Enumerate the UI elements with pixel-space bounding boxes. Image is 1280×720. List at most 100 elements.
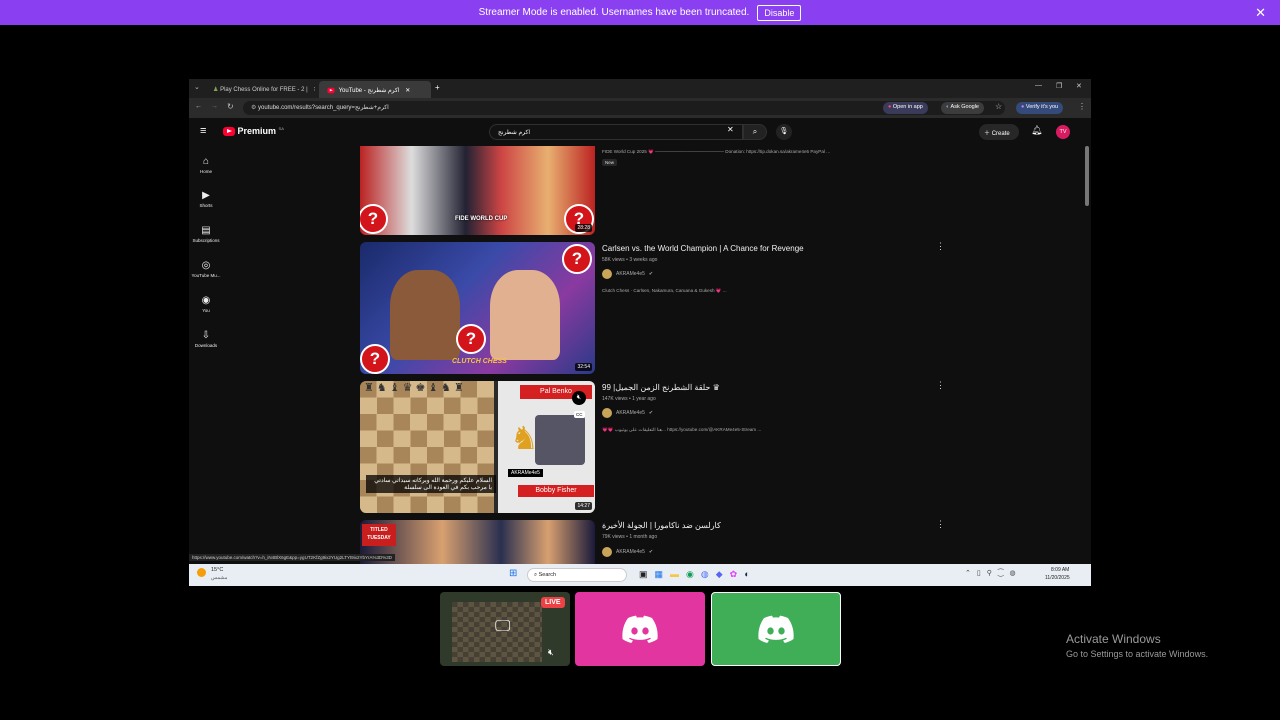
youtube-icon — [223, 127, 235, 137]
channel-link[interactable]: AKRAMe4e5 ✔ — [602, 547, 653, 557]
video-title[interactable]: 99 |حلقة الشطرنج الزمن الجميل ♛ — [602, 383, 720, 392]
search-input[interactable]: اكرم شطرنج — [489, 124, 743, 140]
video-title[interactable]: كارلسن ضد ناكامورا | الجولة الأخيرة — [602, 521, 721, 530]
sidebar-item-downloads[interactable]: ⇩ Downloads — [189, 330, 223, 348]
maximize-icon[interactable]: ❐ — [1056, 82, 1062, 90]
question-badge: ? — [456, 324, 486, 354]
sidebar-label: Subscriptions — [192, 238, 220, 243]
more-actions-icon[interactable]: ⋮ — [936, 241, 945, 252]
stream-tile[interactable]: LIVE 🖵︎ 🔇︎ — [440, 592, 570, 666]
more-actions-icon[interactable]: ⋮ — [936, 380, 945, 391]
taskbar-search[interactable]: ⌕ Search — [527, 568, 627, 582]
youtube-logo[interactable]: Premium SA — [223, 126, 284, 137]
bookmark-star-icon[interactable]: ☆ — [995, 102, 1002, 111]
question-badge: ? — [562, 244, 592, 274]
close-icon[interactable]: ✕ — [1255, 5, 1266, 21]
channel-link[interactable]: AKRAMe4e5 ✔ — [602, 269, 653, 279]
scrollbar[interactable] — [1085, 140, 1089, 562]
task-view-icon[interactable]: ▣ — [639, 569, 648, 580]
search-button[interactable]: ⌕ — [743, 124, 767, 140]
youtube-page: ≡ Premium SA اكرم شطرنج ✕ ⌕ 🎙 ＋ Create 🔔… — [189, 118, 1091, 564]
create-button[interactable]: ＋ Create — [979, 124, 1019, 140]
chess-pieces: ♜♞♝♛♚♝♞♜ — [364, 382, 467, 394]
clock-time[interactable]: 8:09 AM — [1051, 567, 1069, 573]
forward-icon[interactable]: → — [211, 103, 218, 110]
store-icon[interactable]: ▦ — [655, 569, 664, 580]
scrollbar-thumb[interactable] — [1085, 146, 1089, 206]
video-thumbnail[interactable]: TITLED TUESDAY — [360, 520, 595, 564]
menu-dots-icon[interactable]: ⋮ — [1078, 102, 1086, 111]
muted-icon[interactable]: 🔇︎ — [548, 647, 554, 658]
sidebar-label: You — [202, 308, 210, 313]
system-tray-icons[interactable]: ⌃▯⚲⁐◍ — [965, 569, 1022, 577]
participant-tile[interactable] — [575, 592, 705, 666]
sidebar-item-youtube-music[interactable]: ◎ YouTube Mu... — [189, 260, 223, 278]
verified-icon: ✔ — [648, 410, 654, 416]
channel-avatar — [602, 408, 612, 418]
sidebar-item-you[interactable]: ◉ You — [189, 295, 223, 313]
participant-tile-speaking[interactable] — [711, 592, 841, 666]
file-explorer-icon[interactable]: ▬ — [670, 569, 679, 580]
disable-button[interactable]: Disable — [757, 4, 802, 21]
sidebar-label: Home — [199, 169, 212, 174]
open-in-app-button[interactable]: ● Open in app — [883, 102, 928, 114]
ask-google-button[interactable]: ◐ Ask Google — [941, 102, 984, 114]
video-title[interactable]: Carlsen vs. the World Champion | A Chanc… — [602, 244, 804, 253]
video-meta: 79K views • 1 month ago — [602, 534, 658, 540]
weather-icon[interactable] — [197, 568, 206, 577]
search-icon: ⌕ — [752, 127, 758, 136]
sidebar-item-subscriptions[interactable]: ▤ Subscriptions — [189, 225, 223, 243]
chrome-icon[interactable]: ◍ — [701, 569, 709, 580]
close-icon[interactable]: ✕ — [405, 88, 410, 94]
sidebar-item-shorts[interactable]: ▶ Shorts — [189, 190, 223, 208]
clear-search-icon[interactable]: ✕ — [727, 125, 734, 134]
webcam-feed — [535, 415, 585, 465]
more-actions-icon[interactable]: ⋮ — [936, 519, 945, 530]
notifications-bell-icon[interactable]: 🔔︎ — [1031, 125, 1042, 136]
voice-search-button[interactable]: 🎙 — [776, 124, 792, 140]
minimize-icon[interactable]: — — [1035, 82, 1042, 89]
close-window-icon[interactable]: ✕ — [1076, 82, 1082, 90]
player-name-bottom: Bobby Fisher — [518, 485, 594, 497]
discord-logo-icon — [622, 615, 658, 643]
verify-label: Verify it's you — [1025, 104, 1059, 110]
home-icon: ⌂ — [202, 156, 210, 167]
edge-icon[interactable]: ◉ — [686, 569, 694, 580]
screen-share-icon: 🖵︎ — [495, 618, 511, 635]
back-icon[interactable]: ← — [195, 103, 202, 110]
chess-icon: ♟ — [213, 87, 219, 93]
tab-youtube[interactable]: YouTube - اكرم شطرنج ✕ — [319, 81, 431, 98]
channel-avatar — [602, 269, 612, 279]
paint-icon[interactable]: ✿ — [730, 569, 738, 580]
avatar[interactable]: TV — [1056, 125, 1070, 139]
windows-taskbar: 15°C مشمس ⊞ ⌕ Search ▣ ▦ ▬ ◉ ◍ ◆ ✿ ◐ ⌃▯⚲… — [189, 564, 1091, 586]
windows-start-icon[interactable]: ⊞ — [509, 568, 517, 579]
thumbnail-overlay-text: FIDE WORLD CUP — [455, 216, 508, 222]
reload-icon[interactable]: ↻ — [227, 102, 234, 111]
subscriptions-icon: ▤ — [201, 225, 211, 236]
logo-text: Premium — [237, 126, 277, 136]
taskbar-search-label: Search — [538, 572, 557, 578]
tab-chess[interactable]: ♟ Play Chess Online for FREE - 2 | ✕ — [207, 81, 315, 98]
hamburger-icon[interactable]: ≡ — [200, 125, 206, 137]
clock-date[interactable]: 11/20/2025 — [1045, 575, 1070, 581]
video-thumbnail[interactable]: ♜♞♝♛♚♝♞♜ Pal Benko ♞ 🔇︎ CC AKRAMe4e5 Bob… — [360, 381, 595, 513]
close-icon[interactable]: ✕ — [313, 87, 315, 93]
discord-icon[interactable]: ◆ — [716, 569, 723, 580]
channel-name: AKRAMe4e5 — [616, 271, 645, 277]
channel-link[interactable]: AKRAMe4e5 ✔ — [602, 408, 653, 418]
sidebar-item-home[interactable]: ⌂ Home — [189, 156, 223, 174]
tab-list-icon[interactable]: ⌄ — [194, 83, 200, 91]
question-badge: ? — [360, 204, 388, 234]
sidebar-label: Shorts — [199, 203, 213, 208]
steam-icon[interactable]: ◐ — [744, 569, 749, 580]
shared-screen: ⌄ ♟ Play Chess Online for FREE - 2 | ✕ Y… — [189, 79, 1091, 586]
video-thumbnail[interactable]: ? ? ? CLUTCH CHESS 32:54 — [360, 242, 595, 374]
video-thumbnail[interactable]: ? ? FIDE WORLD CUP 28:28 — [360, 146, 595, 235]
verify-button[interactable]: ● Verify it's you — [1016, 102, 1064, 114]
new-tab-icon[interactable]: + — [435, 83, 440, 92]
mute-icon[interactable]: 🔇︎ — [572, 391, 586, 405]
video-description: Clutch Chess · Carlsen, Nakamura, Caruan… — [602, 288, 727, 293]
cc-icon[interactable]: CC — [574, 411, 585, 418]
video-meta: 58K views • 3 weeks ago — [602, 257, 658, 263]
